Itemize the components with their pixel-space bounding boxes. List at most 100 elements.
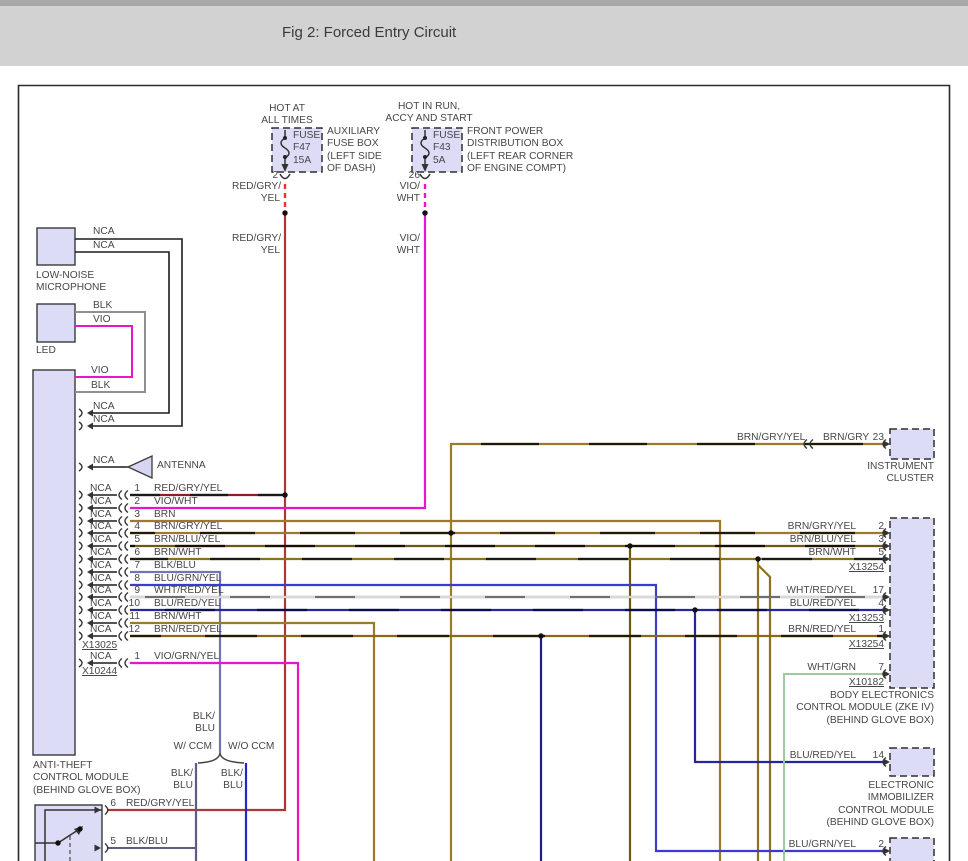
antenna-nca-label: NCA <box>93 455 115 467</box>
fuse-f47-label: FUSE F47 15A <box>293 130 320 167</box>
cluster-label: INSTRUMENT CLUSTER <box>830 461 934 486</box>
microphone-box <box>37 228 75 265</box>
row13-wire: VIO/GRN/YEL <box>154 651 219 663</box>
zke-pin4: 4 <box>860 598 884 610</box>
row1-nca: NCA <box>90 483 112 495</box>
row4-wire: BRN/GRY/YEL <box>154 521 222 533</box>
hot-in-run-label: HOT IN RUN, ACCY AND START <box>383 101 475 126</box>
switch-pin5: 5 <box>104 836 116 848</box>
module-pin-arc <box>79 422 82 430</box>
row5-nca: NCA <box>90 534 112 546</box>
zke-pin5: 5 <box>860 547 884 559</box>
wccm-label: W/ CCM <box>166 741 212 753</box>
diagram-border <box>19 86 950 861</box>
instrument-cluster-box <box>890 429 934 459</box>
row3-wire: BRN <box>154 509 176 521</box>
module-pin-arc <box>79 593 82 601</box>
row6-pin: 6 <box>122 547 140 559</box>
wire-label-redgryyel-solid: RED/GRY/ YEL <box>232 233 280 258</box>
front-power-box-label: FRONT POWER DISTRIBUTION BOX (LEFT REAR … <box>467 126 573 176</box>
module-pin-arc <box>79 542 82 550</box>
blkblu-wccm-label: BLK/ BLU <box>155 768 193 793</box>
row6-wire: BRN/WHT <box>154 547 202 559</box>
row5-wire: BRN/BLU/YEL <box>154 534 220 546</box>
module-pin-arc <box>79 463 82 471</box>
row4-pin: 4 <box>122 521 140 533</box>
box-pin-arrow-icon <box>884 543 891 550</box>
module-nca1-label: NCA <box>93 401 115 413</box>
ccm-split-fork <box>198 753 244 763</box>
module-pin-arc <box>79 517 82 525</box>
zke-pin4-wire: BLU/RED/YEL <box>746 598 856 610</box>
junction-dot <box>282 210 287 215</box>
led-blk-label: BLK <box>93 300 112 312</box>
zke-pin3: 3 <box>860 534 884 546</box>
wire-mic-nca-1 <box>75 239 182 426</box>
row10-pin: 10 <box>122 598 140 610</box>
cluster-wire-right-label: BRN/GRY <box>823 432 869 444</box>
module-pin-arc <box>79 619 82 627</box>
junction-dot <box>538 633 543 638</box>
immobilizer-label: ELECTRONIC IMMOBILIZER CONTROL MODULE (B… <box>800 780 934 830</box>
screenshot-root: Fig 2: Forced Entry Circuit <box>0 0 968 861</box>
switch-wire6-label: RED/GRY/YEL <box>126 798 194 810</box>
immobilizer-box <box>890 748 934 776</box>
junction-dot <box>77 826 82 831</box>
hot-at-all-times-label: HOT AT ALL TIMES <box>248 103 326 128</box>
row2-nca: NCA <box>90 496 112 508</box>
row11-pin: 11 <box>122 611 140 623</box>
aux-fusebox-label: AUXILIARY FUSE BOX (LEFT SIDE OF DASH) <box>327 126 382 176</box>
module-blk-entry-label: BLK <box>91 380 110 392</box>
zke-module-label: BODY ELECTRONICS CONTROL MODULE (ZKE IV)… <box>760 690 934 727</box>
microphone-label: LOW-NOISE MICROPHONE <box>36 270 106 295</box>
led-box <box>37 304 75 342</box>
zke-pin2-wire: BRN/GRY/YEL <box>746 521 856 533</box>
immo-pin: 14 <box>860 750 884 762</box>
blkblu-woccm-label: BLK/ BLU <box>205 768 243 793</box>
row8-pin: 8 <box>122 573 140 585</box>
module-pin-arc <box>79 632 82 640</box>
led-vio-label: VIO <box>93 314 111 326</box>
zke-pin3-wire: BRN/BLU/YEL <box>746 534 856 546</box>
fuse-f43-dot-top <box>423 136 427 140</box>
connector-x13254-b: X13254 <box>820 639 884 651</box>
row2-wire: VIO/WHT <box>154 496 198 508</box>
module-pin-arc <box>79 606 82 614</box>
row8-nca: NCA <box>90 573 112 585</box>
antenna-label: ANTENNA <box>157 460 206 472</box>
cluster-wire-left-label: BRN/GRY/YEL <box>737 432 803 444</box>
box-pin-arrow-icon <box>884 607 891 614</box>
connector-x10182: X10182 <box>820 677 884 689</box>
row7-wire: BLK/BLU <box>154 560 196 572</box>
row12-nca: NCA <box>90 624 112 636</box>
row3-pin: 3 <box>122 509 140 521</box>
row11-nca: NCA <box>90 611 112 623</box>
module-pin-arc <box>79 504 82 512</box>
zke-pin17-wire: WHT/RED/YEL <box>746 585 856 597</box>
box-pin-arrow-icon <box>884 530 891 537</box>
fuse-f47-dot-bottom <box>283 155 287 159</box>
module-nca2-label: NCA <box>93 414 115 426</box>
row1-wire: RED/GRY/YEL <box>154 483 222 495</box>
zke-pin1-wire: BRN/RED/YEL <box>746 624 856 636</box>
zke-pin7: 7 <box>860 662 884 674</box>
woccm-label: W/O CCM <box>228 741 274 753</box>
switch-pin6: 6 <box>104 798 116 810</box>
switch-wire5-label: BLK/BLU <box>126 836 168 848</box>
box-pin-arrow-icon <box>884 633 891 640</box>
row7-nca: NCA <box>90 560 112 572</box>
wire-label-viowht-dashed: VIO/ WHT <box>380 181 420 206</box>
row8-wire: BLU/GRN/YEL <box>154 573 221 585</box>
row2-pin: 2 <box>122 496 140 508</box>
bottom-wire-label: BLU/GRN/YEL <box>746 839 856 851</box>
zke-module-box <box>890 518 934 688</box>
row7-pin: 7 <box>122 560 140 572</box>
box-pin-arrow-icon <box>884 594 891 601</box>
led-label: LED <box>36 345 56 357</box>
junction-dot <box>422 210 427 215</box>
bottom-pin: 2 <box>860 839 884 851</box>
mic-nca2-label: NCA <box>93 240 115 252</box>
module-pin-arc <box>79 491 82 499</box>
box-pin-arrow-icon <box>884 671 891 678</box>
module-pin-arc <box>79 555 82 563</box>
